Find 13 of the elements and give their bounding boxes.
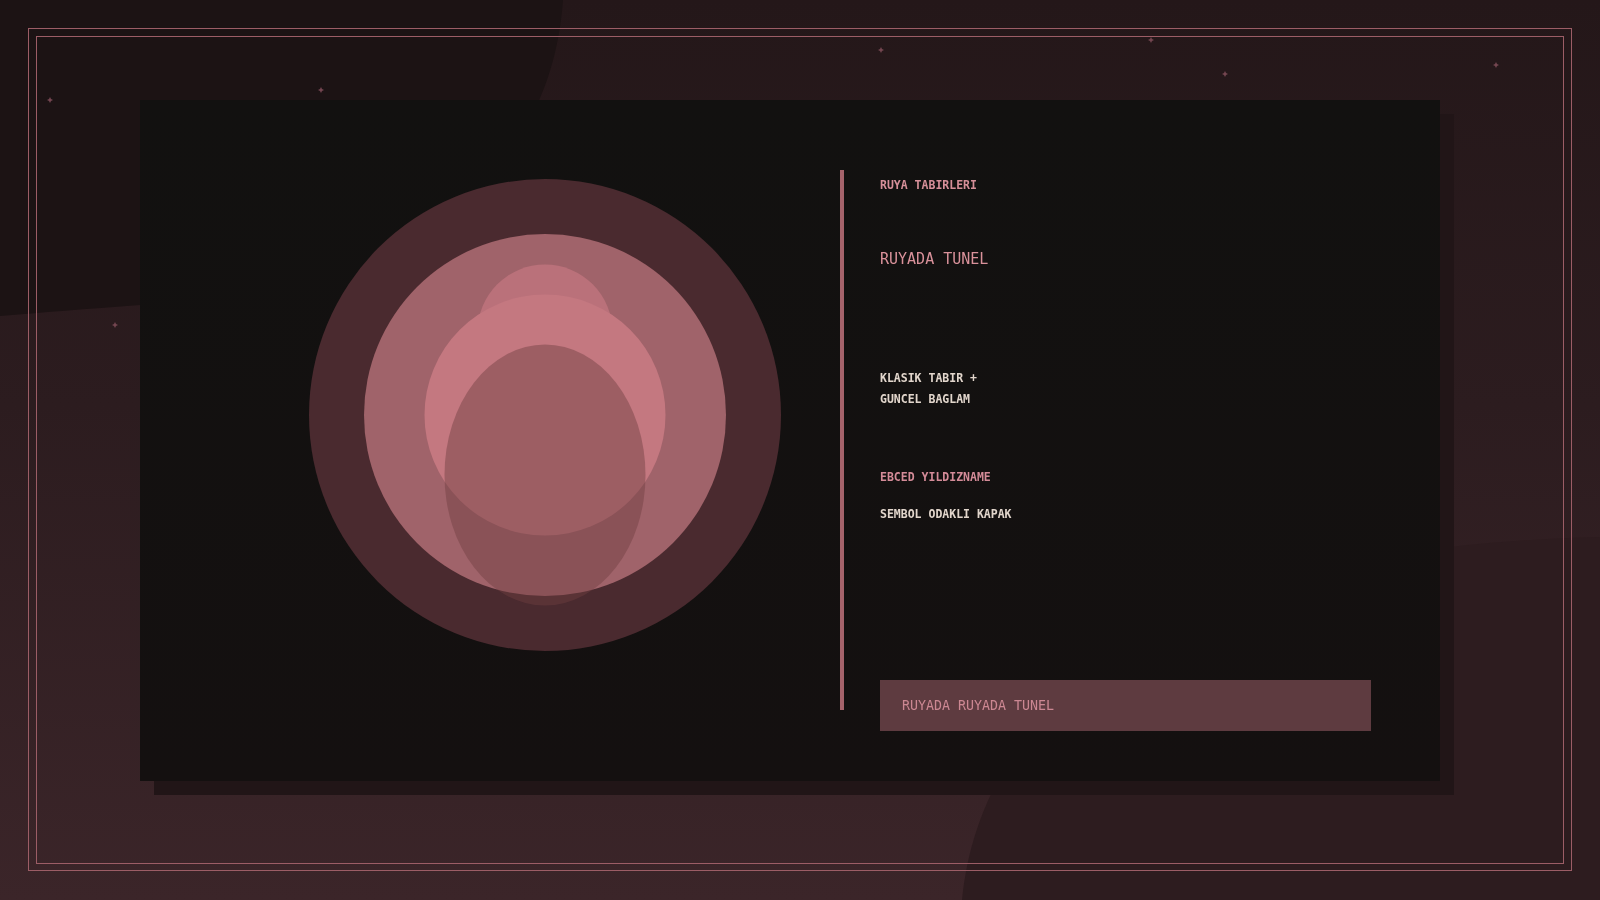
sparkle-icon bbox=[878, 47, 884, 53]
sparkle-icon bbox=[1148, 37, 1154, 43]
subtitle-text: SEMBOL ODAKLI KAPAK bbox=[880, 507, 1012, 521]
sparkle-icon bbox=[318, 87, 324, 93]
publisher-label: EBCED YILDIZNAME bbox=[880, 470, 991, 484]
sparkle-icon bbox=[47, 97, 53, 103]
category-label: RUYA TABIRLERI bbox=[880, 178, 977, 192]
sparkle-icon bbox=[1493, 62, 1499, 68]
keyword-banner: RUYADA RUYADA TUNEL bbox=[880, 680, 1371, 731]
page-title: RUYADA TUNEL bbox=[880, 250, 989, 268]
sparkle-icon bbox=[1222, 71, 1228, 77]
description-text: KLASIK TABIR + GUNCEL BAGLAM bbox=[880, 370, 978, 408]
sparkle-icon bbox=[112, 322, 118, 328]
